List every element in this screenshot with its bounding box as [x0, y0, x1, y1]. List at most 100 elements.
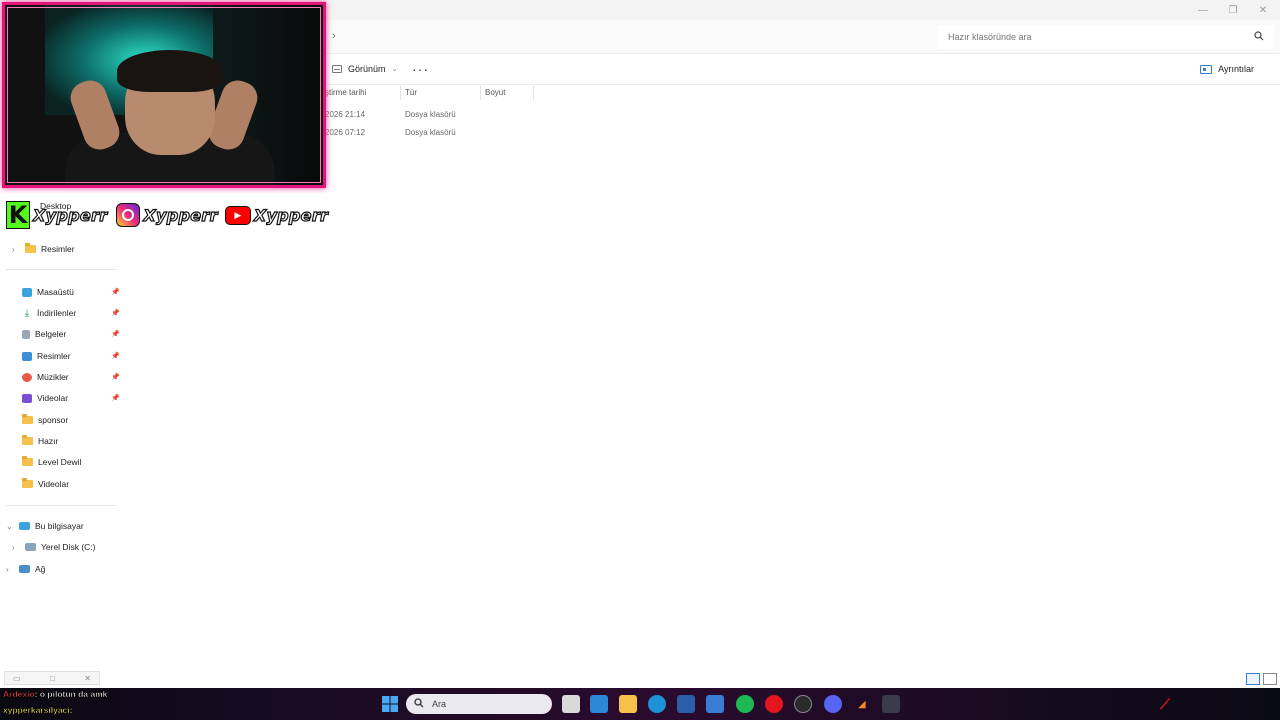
pin-icon[interactable]: 📌	[111, 325, 120, 343]
sidebar-item-label: Bu bilgisayar	[35, 521, 84, 531]
sidebar-item-resimler[interactable]: › Resimler	[12, 240, 75, 258]
maximize-icon[interactable]: □	[50, 674, 55, 683]
column-separator[interactable]	[533, 86, 534, 100]
kick-handle: Xypperr	[32, 205, 108, 225]
chevron-right-icon[interactable]: ›	[6, 565, 14, 574]
maximize-button[interactable]: ❐	[1218, 0, 1248, 20]
minimize-button[interactable]: —	[1188, 0, 1218, 20]
sidebar-item-hazir[interactable]: Hazır	[22, 432, 58, 450]
sidebar-item-local-disk[interactable]: › Yerel Disk (C:)	[12, 538, 95, 556]
close-icon[interactable]: ✕	[84, 674, 91, 683]
row-date[interactable]: 2026 07:12	[325, 128, 365, 137]
column-header-date[interactable]: ştirme tarihi	[325, 88, 366, 100]
search-icon	[414, 698, 424, 710]
sidebar-item-label: İndirilenler	[37, 308, 77, 318]
instagram-logo-icon	[116, 203, 141, 227]
tiles-view-icon[interactable]	[1263, 673, 1277, 685]
column-header-size[interactable]: Boyut	[485, 88, 505, 100]
computer-icon	[19, 522, 30, 530]
sidebar-item-label: Masaüstü	[37, 287, 74, 297]
sidebar-item-resimler-quick[interactable]: Resimler	[22, 347, 71, 365]
pin-icon[interactable]: 📌	[111, 389, 120, 407]
close-button[interactable]: ✕	[1248, 0, 1278, 20]
network-icon	[19, 565, 30, 573]
minimize-icon[interactable]: ▭	[13, 674, 21, 683]
folder-icon	[22, 414, 33, 424]
search-icon[interactable]	[1254, 31, 1264, 44]
instagram-handle: Xypperr	[143, 205, 218, 225]
details-view-icon[interactable]	[1246, 673, 1260, 685]
spotify-icon[interactable]	[736, 695, 754, 713]
app-icon[interactable]: ◢	[853, 695, 871, 713]
tray-app-icon[interactable]: ⟋	[1156, 695, 1174, 713]
chevron-down-icon: ⌄	[391, 66, 398, 73]
sidebar-divider	[6, 269, 116, 270]
sidebar-item-masaustu[interactable]: Masaüstü	[22, 283, 74, 301]
sidebar-item-belgeler[interactable]: Belgeler	[22, 325, 66, 343]
start-windows-icon[interactable]	[381, 695, 399, 713]
breadcrumb-chevron-icon[interactable]: ›	[332, 30, 336, 42]
opera-icon[interactable]	[765, 695, 783, 713]
column-header-type[interactable]: Tür	[405, 88, 417, 100]
obs-icon[interactable]	[794, 695, 812, 713]
column-separator[interactable]	[400, 86, 401, 100]
search-input[interactable]	[938, 32, 1238, 42]
document-icon	[22, 329, 30, 339]
view-label: Görünüm	[348, 64, 386, 74]
sidebar-item-label: Videolar	[37, 393, 69, 403]
view-button[interactable]: Görünüm ⌄	[332, 64, 397, 74]
mini-window-controls[interactable]: ▭ □ ✕	[4, 671, 100, 685]
sidebar-item-muzikler[interactable]: Müzikler	[22, 368, 69, 386]
row-date[interactable]: 2026 21:14	[325, 110, 365, 119]
kick-logo-icon: K	[6, 201, 30, 229]
chat-message: Ardexio: o pilotun da amk	[3, 689, 108, 699]
chevron-right-icon[interactable]: ›	[12, 245, 20, 254]
column-separator[interactable]	[480, 86, 481, 100]
sidebar-item-label: Level Dewil	[38, 457, 82, 467]
view-icon	[332, 65, 342, 73]
pin-icon[interactable]: 📌	[111, 347, 120, 365]
more-options-button[interactable]: ···	[412, 61, 429, 77]
webcam-overlay	[2, 2, 326, 188]
discord-icon[interactable]	[824, 695, 842, 713]
chat-username: xypperkarsilyaci	[3, 705, 70, 715]
folder-icon	[22, 456, 33, 466]
edge-icon[interactable]	[648, 695, 666, 713]
sidebar-item-label: Müzikler	[37, 372, 69, 382]
row-type[interactable]: Dosya klasörü	[405, 110, 456, 119]
pin-icon[interactable]: 📌	[111, 283, 120, 301]
pin-icon[interactable]: 📌	[111, 304, 120, 322]
search-box[interactable]	[938, 25, 1274, 49]
chevron-down-icon[interactable]: ⌄	[6, 522, 14, 531]
sidebar-item-label: Resimler	[37, 351, 71, 361]
sidebar-item-videolar-folder[interactable]: Videolar	[22, 475, 69, 493]
taskbar-search-label: Ara	[432, 699, 447, 709]
sidebar-item-label: Belgeler	[35, 329, 67, 339]
sidebar-item-label: Ağ	[35, 564, 46, 574]
folder-icon	[22, 478, 33, 488]
sidebar-item-sponsor[interactable]: sponsor	[22, 411, 68, 429]
widgets-icon[interactable]	[590, 695, 608, 713]
sidebar-item-indirilenler[interactable]: ⤓ İndirilenler	[22, 304, 76, 322]
taskbar-search[interactable]: Ara	[406, 694, 552, 714]
sidebar-item-label: Resimler	[41, 244, 75, 254]
sidebar-item-network[interactable]: › Ağ	[6, 560, 45, 578]
details-pane-button[interactable]: Ayrıntılar	[1200, 64, 1254, 74]
chevron-right-icon[interactable]: ›	[12, 543, 20, 552]
sidebar-item-level-dewil[interactable]: Level Dewil	[22, 453, 81, 471]
mail-icon[interactable]	[706, 695, 724, 713]
resolve-icon[interactable]	[882, 695, 900, 713]
sidebar-item-videolar[interactable]: Videolar	[22, 389, 68, 407]
sidebar-item-this-pc[interactable]: ⌄ Bu bilgisayar	[6, 517, 84, 535]
folder-icon	[22, 435, 33, 445]
store-icon[interactable]	[677, 695, 695, 713]
pin-icon[interactable]: 📌	[111, 368, 120, 386]
music-icon	[22, 372, 32, 382]
row-type[interactable]: Dosya klasörü	[405, 128, 456, 137]
chat-overlay: Ardexio: o pilotun da amk xypperkarsilya…	[0, 688, 380, 720]
task-view-icon[interactable]	[562, 695, 580, 713]
chat-text: :	[69, 705, 73, 715]
download-icon: ⤓	[24, 307, 30, 319]
video-icon	[22, 393, 32, 403]
file-explorer-icon[interactable]	[619, 695, 637, 713]
